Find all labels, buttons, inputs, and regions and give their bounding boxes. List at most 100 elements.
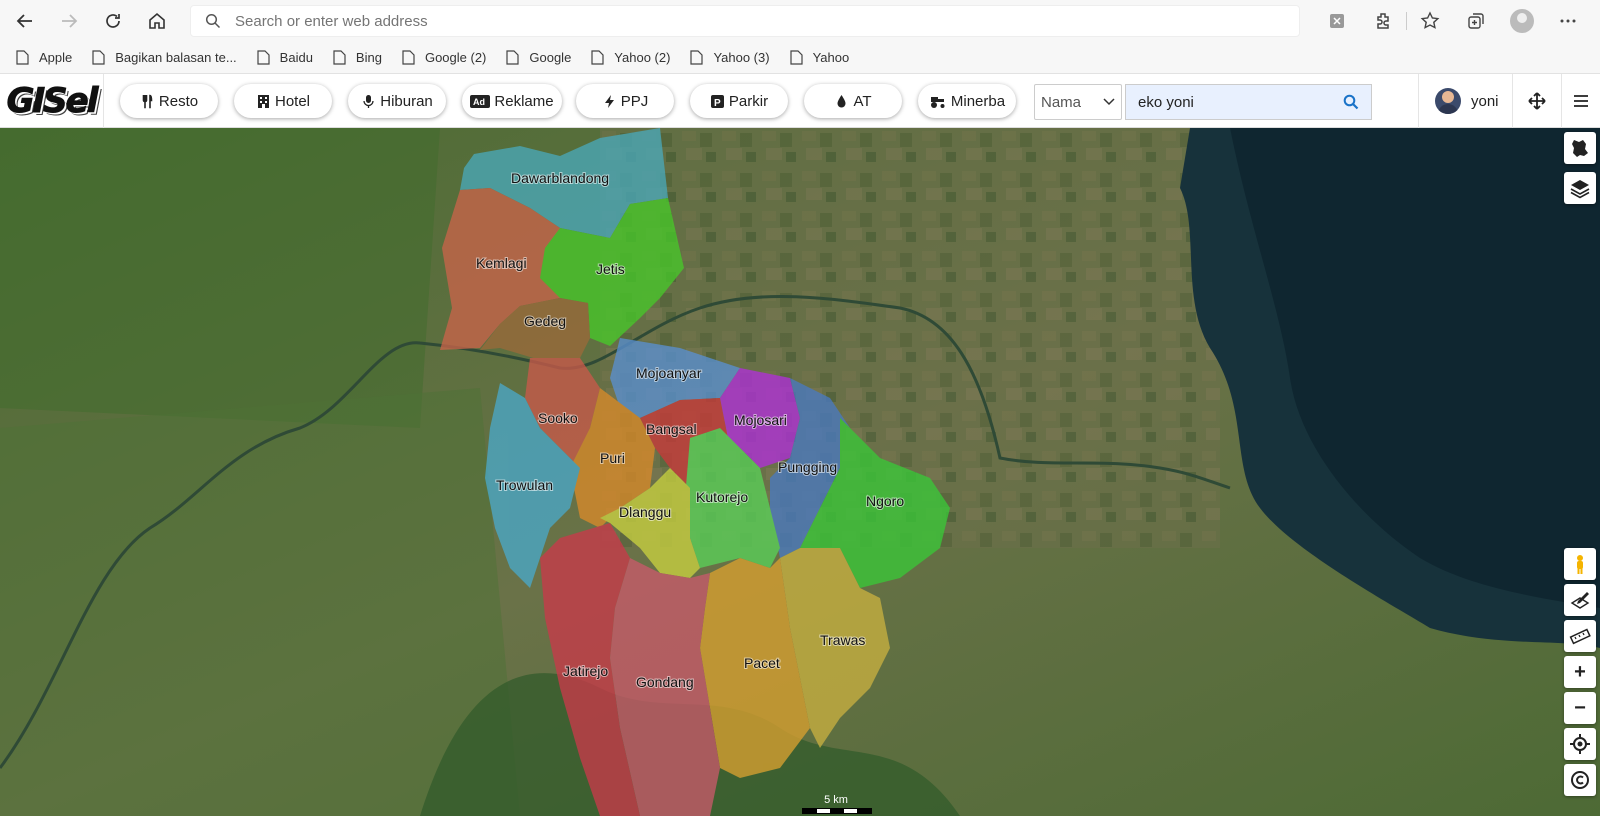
category-label: Parkir [728,92,769,110]
user-menu[interactable]: yoni [1418,74,1512,128]
bookmark-label: Apple [39,50,73,65]
category-label: AT [853,92,872,110]
hamburger-menu-icon[interactable] [1562,74,1600,128]
water-drop-icon [834,94,849,109]
back-icon[interactable] [8,4,42,38]
page-icon [92,50,105,65]
region-label-trowulan: Trowulan [496,477,553,493]
attribution-icon[interactable] [1564,764,1596,796]
region-label-gondang: Gondang [636,674,694,690]
address-bar[interactable] [190,5,1300,37]
draw-icon[interactable] [1564,584,1596,616]
satellite-map[interactable]: Dawarblandong Kemlagi Jetis Gedeg Mojoan… [0,128,1600,816]
search-field-select[interactable]: Nama [1034,84,1122,120]
region-label-kutorejo: Kutorejo [696,489,748,505]
bookmark-item[interactable]: Baidu [257,50,313,65]
utensils-icon [140,94,155,109]
region-label-ngoro: Ngoro [866,493,904,509]
category-hiburan-button[interactable]: Hiburan [348,84,446,118]
favorites-icon[interactable] [1407,4,1453,38]
region-label-puri: Puri [600,450,625,466]
search-input[interactable] [1138,93,1343,111]
region-label-pacet: Pacet [744,655,780,671]
app-logo[interactable]: GISel [0,73,104,128]
region-label-gedeg: Gedeg [524,313,566,329]
category-label: PPJ [620,92,649,110]
bookmark-label: Yahoo (2) [614,50,671,65]
move-icon[interactable] [1512,74,1562,128]
region-label-jetis: Jetis [596,261,625,277]
reading-mode-icon[interactable] [1314,4,1360,38]
bookmark-item[interactable]: Bagikan balasan te... [92,50,237,65]
more-icon[interactable] [1545,4,1591,38]
page-icon [591,50,604,65]
page-icon [16,50,29,65]
hotel-icon [256,94,271,109]
ruler-icon[interactable] [1564,620,1596,652]
map-view[interactable]: Dawarblandong Kemlagi Jetis Gedeg Mojoan… [0,128,1600,816]
region-label-mojosari: Mojosari [734,412,787,428]
profile-icon[interactable] [1499,4,1545,38]
bookmark-item[interactable]: Bing [333,50,382,65]
bolt-icon [602,94,617,109]
search-box[interactable] [1125,84,1372,120]
collections-icon[interactable] [1453,4,1499,38]
logo-text: GISel [6,80,99,121]
category-ppj-button[interactable]: PPJ [576,84,674,118]
category-parkir-button[interactable]: P Parkir [690,84,788,118]
region-label-trawas: Trawas [820,632,865,648]
bookmark-item[interactable]: Google (2) [402,50,486,65]
bookmarks-bar: Apple Bagikan balasan te... Baidu Bing G… [0,42,1600,74]
region-label-bangsal: Bangsal [646,421,697,437]
category-label: Hiburan [380,92,433,110]
search-icon [205,13,221,29]
category-label: Reklame [494,92,554,110]
extensions-icon[interactable] [1360,4,1406,38]
category-label: Minerba [950,92,1006,110]
region-label-pungging: Pungging [778,459,837,475]
region-label-mojoanyar: Mojoanyar [636,365,702,381]
bookmark-item[interactable]: Yahoo (2) [591,50,670,65]
address-input[interactable] [235,12,1285,30]
bookmark-item[interactable]: Yahoo [789,50,849,65]
category-resto-button[interactable]: Resto [120,84,218,118]
region-label-dawarblandong: Dawarblandong [511,170,609,186]
bookmark-label: Google [529,50,572,65]
category-at-button[interactable]: AT [804,84,902,118]
bookmark-item[interactable]: Apple [16,50,72,65]
chevron-down-icon [1103,98,1115,106]
forward-icon[interactable] [52,4,86,38]
region-label-dlanggu: Dlanggu [619,504,671,520]
bookmark-item[interactable]: Yahoo (3) [690,50,770,65]
page-icon [402,50,415,65]
region-map-icon[interactable] [1564,132,1596,164]
map-scale-label: 5 km [824,794,848,806]
region-label-jatirejo: Jatirejo [563,663,608,679]
map-scale-bar [802,808,872,814]
zoom-in-button[interactable]: + [1564,656,1596,688]
bookmark-label: Yahoo (3) [713,50,770,65]
category-label: Resto [158,92,199,110]
svg-text:Ad: Ad [473,97,485,107]
category-minerba-button[interactable]: Minerba [918,84,1016,118]
app-toolbar: GISel Resto Hotel Hiburan Ad Reklame PPJ… [0,73,1600,128]
user-name: yoni [1471,92,1499,110]
region-label-sooko: Sooko [538,410,578,426]
microphone-icon [361,94,376,109]
category-hotel-button[interactable]: Hotel [234,84,332,118]
search-icon[interactable] [1343,94,1359,110]
category-reklame-button[interactable]: Ad Reklame [462,84,562,118]
bookmark-item[interactable]: Google [506,50,571,65]
page-icon [789,50,803,65]
home-icon[interactable] [140,4,174,38]
bookmark-label: Bing [355,50,382,65]
street-view-pegman-icon[interactable] [1564,548,1596,580]
layers-icon[interactable] [1564,172,1596,204]
svg-text:P: P [714,98,721,109]
page-icon [506,50,519,65]
zoom-out-button[interactable]: − [1564,692,1596,724]
category-label: Hotel [274,92,311,110]
refresh-icon[interactable] [96,4,130,38]
locate-me-icon[interactable] [1564,728,1596,760]
bookmark-label: Google (2) [424,50,487,65]
